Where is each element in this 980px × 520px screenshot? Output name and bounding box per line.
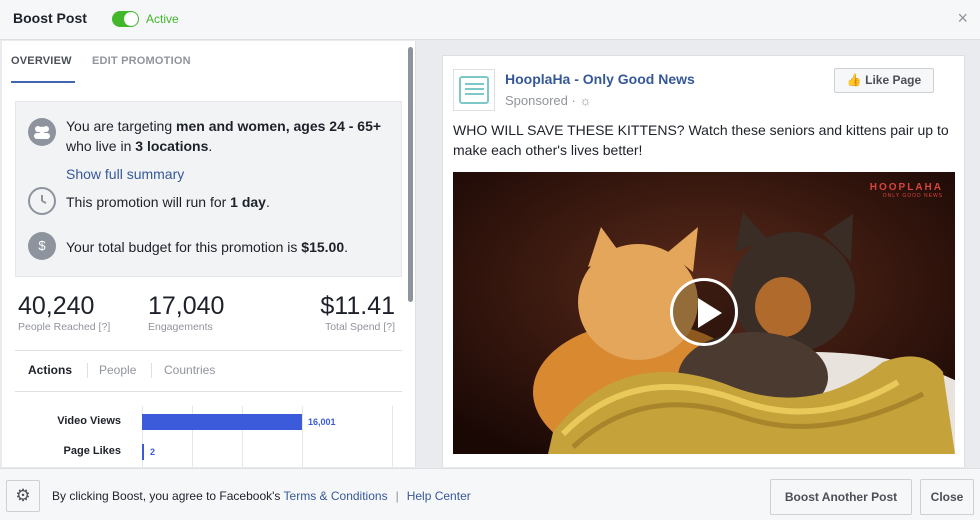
targeting-summary: You are targeting men and women, ages 24… — [15, 101, 402, 277]
gear-icon[interactable]: ⚙ — [6, 480, 40, 512]
boost-another-post-button[interactable]: Boost Another Post — [770, 479, 912, 515]
subtab-countries[interactable]: Countries — [164, 363, 215, 377]
globe-icon: ☼ — [579, 93, 592, 108]
bar — [142, 414, 302, 430]
dialog-title: Boost Post — [13, 10, 87, 26]
thumbs-up-icon: 👍 — [846, 73, 866, 87]
tab-active-indicator — [11, 81, 75, 83]
subtab-people[interactable]: People — [99, 363, 136, 377]
results-tabs: Actions People Countries — [15, 350, 402, 392]
dialog-footer: ⚙ By clicking Boost, you agree to Facebo… — [0, 468, 980, 520]
chart-gridline — [302, 406, 303, 467]
budget-text: Your total budget for this promotion is … — [66, 239, 349, 255]
close-icon[interactable]: × — [957, 8, 968, 28]
video-thumbnail[interactable]: HOOPLAHA ONLY GOOD NEWS — [453, 172, 955, 454]
close-button[interactable]: Close — [920, 479, 974, 515]
overview-panel: OVERVIEW EDIT PROMOTION You are targetin… — [2, 41, 416, 467]
total-spend-label[interactable]: Total Spend [?] — [325, 321, 395, 333]
targeting-text: You are targeting men and women, ages 24… — [66, 118, 382, 154]
toggle-knob — [124, 12, 138, 26]
people-reached-value: 40,240 — [18, 292, 95, 320]
like-page-button[interactable]: 👍 Like Page — [834, 68, 934, 93]
consent-text: By clicking Boost, you agree to Facebook… — [52, 489, 471, 503]
duration-text: This promotion will run for 1 day. — [66, 194, 270, 210]
subtab-actions[interactable]: Actions — [28, 363, 72, 377]
page-logo[interactable] — [453, 69, 495, 111]
total-spend-value: $11.41 — [320, 292, 395, 320]
play-triangle — [698, 298, 722, 328]
active-toggle[interactable] — [112, 11, 139, 27]
dollar-icon: $ — [28, 232, 56, 260]
sponsored-label: Sponsored · ☼ — [505, 93, 592, 108]
engagements-value: 17,040 — [148, 292, 225, 320]
scrollbar[interactable] — [408, 47, 413, 302]
people-reached-label[interactable]: People Reached [?] — [18, 321, 110, 333]
hooplaha-watermark: HOOPLAHA ONLY GOOD NEWS — [869, 182, 943, 199]
bar-label: Video Views — [57, 415, 121, 427]
post-text: WHO WILL SAVE THESE KITTENS? Watch these… — [453, 122, 949, 158]
bar-label: Page Likes — [63, 445, 121, 457]
bar-value-label: 2 — [150, 447, 156, 457]
show-full-summary-link[interactable]: Show full summary — [66, 166, 184, 182]
tab-overview[interactable]: OVERVIEW — [11, 55, 72, 67]
logo-mark — [459, 76, 489, 104]
bar-value-label: 16,001 — [308, 417, 336, 427]
toggle-label: Active — [146, 12, 179, 26]
people-icon — [28, 118, 56, 146]
engagements-label: Engagements — [148, 321, 213, 333]
subtab-divider — [87, 363, 88, 378]
chart-gridline — [392, 406, 393, 467]
tab-edit-promotion[interactable]: EDIT PROMOTION — [92, 55, 191, 67]
dialog-header: Boost Post Active × — [0, 0, 980, 40]
page-name-link[interactable]: HooplaHa - Only Good News — [505, 71, 695, 87]
subtab-divider — [151, 363, 152, 378]
help-center-link[interactable]: Help Center — [407, 489, 471, 503]
clock-icon — [28, 187, 56, 215]
bar — [142, 444, 144, 460]
play-icon[interactable] — [670, 278, 738, 346]
post-preview: HooplaHa - Only Good News Sponsored · ☼ … — [442, 55, 965, 467]
actions-bar-chart: Video Views 16,001 Page Likes 2 — [15, 406, 402, 467]
tab-bar: OVERVIEW EDIT PROMOTION — [2, 41, 412, 83]
terms-link[interactable]: Terms & Conditions — [284, 489, 388, 503]
